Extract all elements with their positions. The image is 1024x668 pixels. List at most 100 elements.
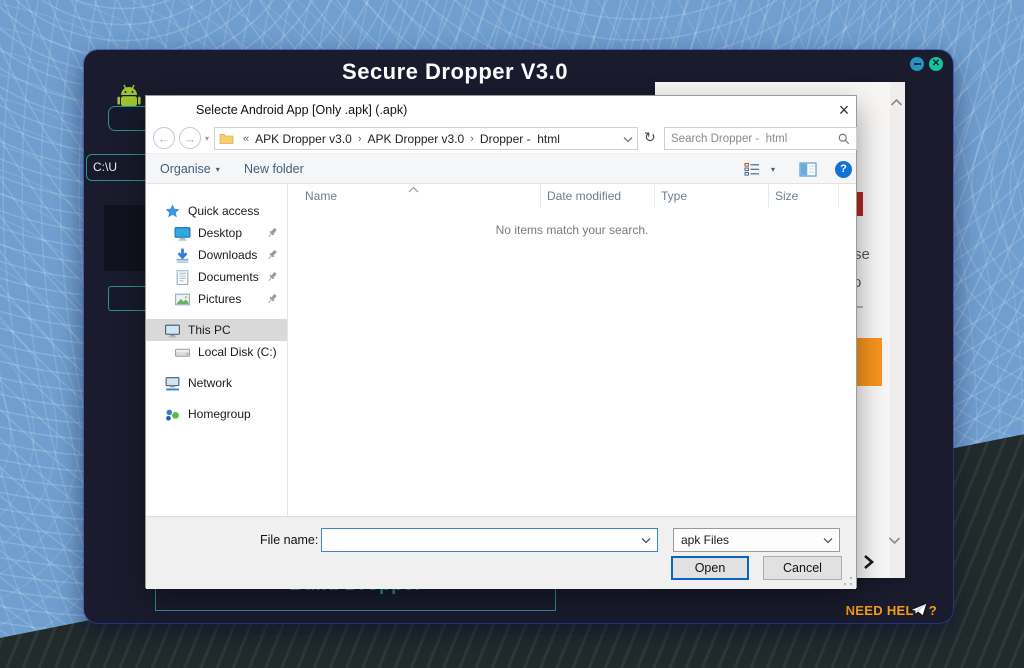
column-header-type[interactable]: Type	[655, 184, 769, 208]
cancel-button[interactable]: Cancel	[763, 556, 842, 580]
breadcrumb-segment[interactable]: Dropper - html	[478, 132, 562, 146]
open-button[interactable]: Open	[671, 556, 749, 580]
file-open-dialog: Selecte Android App [Only .apk] (.apk) ×…	[145, 95, 857, 588]
dialog-footer: File name: apk Files Open Cancel	[146, 516, 856, 589]
organise-dropdown-icon: ▾	[216, 165, 220, 174]
file-type-dropdown-icon	[823, 533, 833, 547]
pictures-icon	[174, 291, 191, 308]
breadcrumb-separator-icon: ›	[466, 133, 478, 145]
scroll-down-icon[interactable]	[888, 532, 901, 550]
app-close-button[interactable]: ✕	[929, 57, 943, 71]
forward-button[interactable]: →	[179, 127, 201, 149]
search-box[interactable]	[664, 127, 857, 150]
documents-icon	[174, 269, 191, 286]
navigation-sidebar: Quick access Desktop Downloads Documents Pic…	[146, 184, 288, 516]
close-icon: ✕	[932, 59, 940, 69]
resize-grip-icon[interactable]	[843, 576, 853, 586]
new-folder-button[interactable]: New folder	[240, 154, 308, 184]
organise-menu[interactable]: Organise ▾	[156, 154, 224, 184]
file-list-area: Name Date modified Type Size No items match…	[288, 184, 856, 516]
desktop-icon	[174, 225, 191, 242]
column-header-label: Date modified	[547, 189, 621, 203]
column-header-label: Type	[661, 189, 687, 203]
downloads-icon	[174, 247, 191, 264]
background-dash-element	[856, 306, 863, 308]
column-header-label: Size	[775, 189, 798, 203]
sidebar-item-documents[interactable]: Documents	[146, 266, 287, 288]
file-name-combobox	[321, 528, 658, 552]
refresh-icon[interactable]: ↻	[644, 129, 656, 146]
address-bar[interactable]: «APK Dropper v3.0›APK Dropper v3.0›Dropp…	[214, 127, 638, 150]
breadcrumb-segment[interactable]: APK Dropper v3.0	[366, 132, 467, 146]
preview-pane-icon[interactable]	[799, 162, 817, 177]
file-name-label: File name:	[260, 533, 318, 547]
pin-icon	[265, 292, 279, 306]
help-button[interactable]: ?	[835, 161, 852, 178]
folder-icon	[219, 132, 234, 145]
sidebar-item-quick-access[interactable]: Quick access	[146, 200, 287, 222]
this-pc-icon	[164, 322, 181, 339]
sidebar-item-pictures[interactable]: Pictures	[146, 288, 287, 310]
column-header-date-modified[interactable]: Date modified	[541, 184, 655, 208]
sidebar-item-label: Downloads	[198, 248, 257, 262]
minimize-icon	[914, 63, 921, 65]
sort-ascending-icon	[408, 182, 419, 196]
desktop-wallpaper: Secure Dropper V3.0 ✕ C:\U Build Drop	[0, 0, 1024, 668]
column-header-label: Name	[305, 189, 337, 203]
sidebar-item-label: Local Disk (C:)	[198, 345, 277, 359]
recent-locations-dropdown-icon[interactable]: ▾	[205, 134, 209, 143]
sidebar-item-homegroup[interactable]: Homegroup	[146, 403, 287, 425]
dialog-toolbar: Organise ▾ New folder ▾	[146, 153, 856, 184]
sidebar-item-downloads[interactable]: Downloads	[146, 244, 287, 266]
breadcrumb: «APK Dropper v3.0›APK Dropper v3.0›Dropp…	[239, 132, 562, 146]
file-name-input[interactable]	[322, 529, 641, 551]
breadcrumb-separator-icon: ›	[354, 133, 366, 145]
app-minimize-button[interactable]	[910, 57, 924, 71]
app-title: Secure Dropper V3.0	[342, 59, 568, 85]
scroll-up-icon[interactable]	[890, 94, 903, 112]
view-mode-dropdown-icon[interactable]: ▾	[771, 165, 775, 174]
dialog-close-button[interactable]: ×	[832, 98, 856, 122]
background-scrollbar[interactable]	[890, 82, 905, 578]
column-header-name[interactable]: Name	[288, 184, 541, 208]
background-orange-button	[857, 338, 882, 386]
sidebar-item-local-disk-c[interactable]: Local Disk (C:)	[146, 341, 287, 363]
network-icon	[164, 375, 181, 392]
sidebar-item-network[interactable]: Network	[146, 372, 287, 394]
search-input[interactable]	[671, 133, 838, 145]
homegroup-icon	[164, 406, 181, 423]
file-name-dropdown-icon[interactable]	[641, 533, 651, 547]
empty-folder-message: No items match your search.	[288, 223, 856, 237]
breadcrumb-overflow-icon[interactable]: «	[239, 133, 253, 145]
back-button[interactable]: ←	[153, 127, 175, 149]
quick-access-icon	[164, 203, 181, 220]
next-arrow-icon[interactable]	[861, 554, 875, 575]
dialog-titlebar[interactable]: Selecte Android App [Only .apk] (.apk) ×	[146, 96, 856, 124]
sidebar-item-label: Quick access	[188, 204, 259, 218]
breadcrumb-segment[interactable]: APK Dropper v3.0	[253, 132, 354, 146]
view-mode-icon[interactable]	[744, 162, 761, 177]
dialog-title: Selecte Android App [Only .apk] (.apk)	[196, 103, 407, 117]
file-type-select[interactable]: apk Files	[673, 528, 840, 552]
sidebar-item-label: Network	[188, 376, 232, 390]
sidebar-item-label: Documents	[198, 270, 259, 284]
need-help-link[interactable]: NEED HEL ?	[846, 601, 937, 619]
background-red-element	[857, 192, 863, 216]
column-header-size[interactable]: Size	[769, 184, 839, 208]
pin-icon	[265, 270, 279, 284]
sidebar-item-label: This PC	[188, 323, 231, 337]
sidebar-item-label: Desktop	[198, 226, 242, 240]
local-disk-icon	[174, 344, 191, 361]
apk-path-value: C:\U	[93, 160, 117, 174]
sidebar-item-this-pc[interactable]: This PC	[146, 319, 287, 341]
sidebar-item-label: Homegroup	[188, 407, 251, 421]
file-list-header: Name Date modified Type Size	[288, 184, 856, 208]
dialog-content: Quick access Desktop Downloads Documents Pic…	[146, 184, 856, 516]
address-dropdown-icon[interactable]	[623, 132, 633, 146]
pin-icon	[265, 226, 279, 240]
sidebar-item-desktop[interactable]: Desktop	[146, 222, 287, 244]
sidebar-item-label: Pictures	[198, 292, 241, 306]
pin-icon	[265, 248, 279, 262]
search-icon	[838, 133, 850, 145]
telegram-icon	[908, 601, 930, 619]
